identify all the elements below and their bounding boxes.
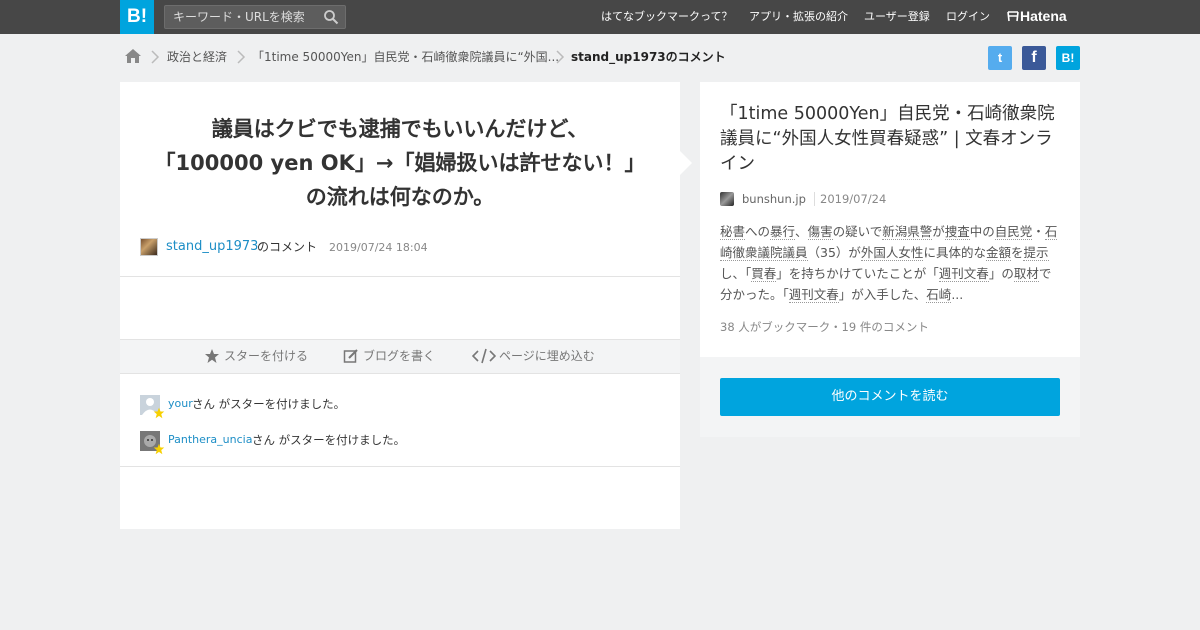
keyword-link[interactable]: 暴行 [770, 224, 796, 240]
divider [814, 192, 815, 206]
breadcrumb-category[interactable]: 政治と経済 [167, 50, 227, 64]
summary-text: が [932, 224, 945, 239]
summary-text: （35）が [807, 245, 861, 260]
add-star-button[interactable]: スターを付ける [224, 349, 308, 364]
edit-icon[interactable] [342, 348, 360, 364]
entry-title[interactable]: 「1time 50000Yen」自民党・石崎徹衆院議員に“外国人女性買春疑惑” … [720, 102, 1065, 177]
star-username[interactable]: your [168, 397, 193, 411]
nav-register[interactable]: ユーザー登録 [864, 10, 930, 24]
site-favicon [720, 192, 734, 206]
facebook-share-button[interactable]: f [1022, 46, 1046, 70]
keyword-link[interactable]: 捜査 [944, 224, 970, 240]
keyword-link[interactable]: 自民党 [994, 224, 1033, 240]
avatar[interactable] [140, 238, 158, 256]
comment-username[interactable]: stand_up1973 [166, 239, 258, 255]
read-more-comments-button[interactable]: 他のコメントを読む [720, 378, 1060, 416]
chevron-right-icon [237, 50, 246, 64]
star-icon [153, 407, 165, 419]
keyword-link[interactable]: 外国人女性 [860, 245, 924, 261]
summary-text: の疑いで [832, 224, 883, 239]
summary-text: 中の [969, 224, 995, 239]
comment-text: 議員はクビでも逮捕でもいいんだけど、 「100000 yen OK」→「娼婦扱い… [140, 112, 660, 214]
keyword-link[interactable]: 週刊文春 [788, 287, 839, 303]
nav-about[interactable]: はてなブックマークって？ [601, 10, 732, 24]
breadcrumb-entry[interactable]: 「1time 50000Yen」自民党・石崎徹衆院議員に“外国... [252, 50, 559, 64]
entry-panel: 「1time 50000Yen」自民党・石崎徹衆院議員に“外国人女性買春疑惑” … [700, 82, 1080, 357]
entry-domain[interactable]: bunshun.jp [742, 192, 806, 207]
summary-text: 、 [795, 224, 808, 239]
hatena-brand-text: Hatena [1020, 8, 1067, 24]
comment-line: 「100000 yen OK」→「娼婦扱いは許せない！」 [154, 151, 646, 175]
search-icon[interactable] [323, 9, 339, 25]
comment-date: 2019/07/24 18:04 [329, 241, 428, 254]
star-message: さん がスターを付けました。 [252, 433, 406, 447]
keyword-link[interactable]: 提示 [1023, 245, 1049, 261]
comment-line: の流れは何なのか。 [305, 185, 495, 209]
keyword-link[interactable]: 新潟県警 [882, 224, 933, 240]
home-icon[interactable] [124, 47, 142, 65]
divider [120, 466, 680, 467]
summary-text: を [1010, 245, 1024, 260]
hatena-logo-icon [1007, 11, 1019, 22]
hatena-brand[interactable]: Hatena [1006, 7, 1067, 25]
keyword-link[interactable]: 買春 [751, 266, 777, 282]
search-placeholder: キーワード・URLを検索 [173, 10, 305, 24]
nav-login[interactable]: ログイン [946, 10, 990, 24]
keyword-link[interactable]: 取材 [1013, 266, 1039, 282]
action-bar: スターを付ける ブログを書く ページに埋め込む [120, 339, 680, 374]
code-icon[interactable] [472, 348, 496, 364]
entry-date: 2019/07/24 [820, 192, 887, 206]
entry-stats[interactable]: 38 人がブックマーク・19 件のコメント [720, 320, 929, 335]
summary-text: 」が入手した、 [838, 287, 927, 302]
summary-text: 」の [988, 266, 1014, 281]
search-input[interactable]: キーワード・URLを検索 [164, 5, 346, 29]
chevron-right-icon [151, 50, 160, 64]
hatena-bookmark-logo[interactable]: B! [120, 0, 154, 34]
star-list-item: Panthera_uncia さん がスターを付けました。 [140, 431, 660, 455]
top-bar: B! キーワード・URLを検索 はてなブックマークって？ アプリ・拡張の紹介 ユ… [0, 0, 1200, 34]
star-list-item: your さん がスターを付けました。 [140, 395, 660, 419]
nav-apps[interactable]: アプリ・拡張の紹介 [749, 10, 848, 24]
panel-pointer [680, 151, 692, 175]
hatebu-share-button[interactable]: B! [1056, 46, 1080, 70]
keyword-link[interactable]: 石崎 [926, 287, 952, 303]
comment-line: 議員はクビでも逮捕でもいいんだけど、 [211, 117, 589, 141]
star-icon [153, 443, 165, 455]
summary-text: ・ [1032, 224, 1045, 239]
twitter-share-button[interactable]: t [988, 46, 1012, 70]
summary-text: し、「 [720, 266, 752, 281]
keyword-link[interactable]: 金額 [985, 245, 1011, 261]
entry-actions: 他のコメントを読む [700, 357, 1080, 437]
star-message: さん がスターを付けました。 [192, 397, 346, 411]
keyword-link[interactable]: 秘書 [720, 224, 746, 240]
summary-text: ... [951, 287, 964, 302]
comment-panel: 議員はクビでも逮捕でもいいんだけど、 「100000 yen OK」→「娼婦扱い… [120, 82, 680, 529]
summary-text: への [745, 224, 771, 239]
comment-suffix: のコメント [257, 240, 318, 254]
embed-page-button[interactable]: ページに埋め込む [499, 349, 595, 364]
keyword-link[interactable]: 傷害 [807, 224, 833, 240]
entry-summary: 秘書への暴行、傷害の疑いで新潟県警が捜査中の自民党・石崎徹衆議院議員（35）が外… [720, 221, 1063, 305]
breadcrumb-current: stand_up1973のコメント [571, 50, 726, 64]
star-username[interactable]: Panthera_uncia [168, 433, 252, 447]
write-blog-button[interactable]: ブログを書く [363, 349, 435, 364]
summary-text: に具体的な [923, 245, 986, 260]
summary-text: 」を持ちかけていたことが「 [776, 266, 939, 281]
star-icon[interactable] [203, 348, 221, 364]
keyword-link[interactable]: 週刊文春 [938, 266, 989, 282]
divider [120, 276, 680, 277]
chevron-right-icon [556, 50, 565, 64]
